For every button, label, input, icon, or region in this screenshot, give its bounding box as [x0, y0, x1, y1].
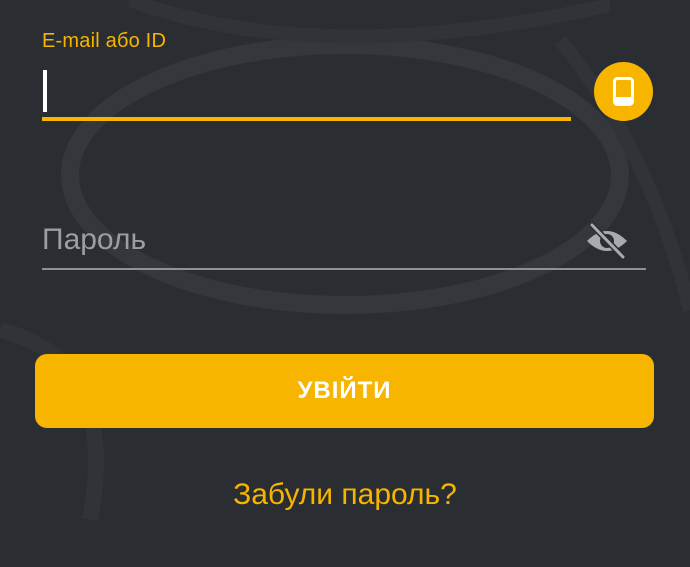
text-cursor	[43, 70, 47, 112]
smartphone-icon	[613, 77, 634, 106]
login-button[interactable]: УВІЙТИ	[35, 354, 654, 428]
email-underline	[42, 117, 571, 121]
phone-login-toggle-button[interactable]	[594, 62, 653, 121]
password-input[interactable]	[42, 214, 572, 266]
password-visibility-toggle[interactable]	[584, 221, 630, 261]
email-input[interactable]	[42, 62, 570, 116]
eye-off-icon	[587, 222, 627, 260]
password-underline	[42, 268, 646, 270]
email-field-label: E-mail або ID	[42, 30, 167, 52]
forgot-password-link[interactable]: Забули пароль?	[0, 478, 690, 512]
